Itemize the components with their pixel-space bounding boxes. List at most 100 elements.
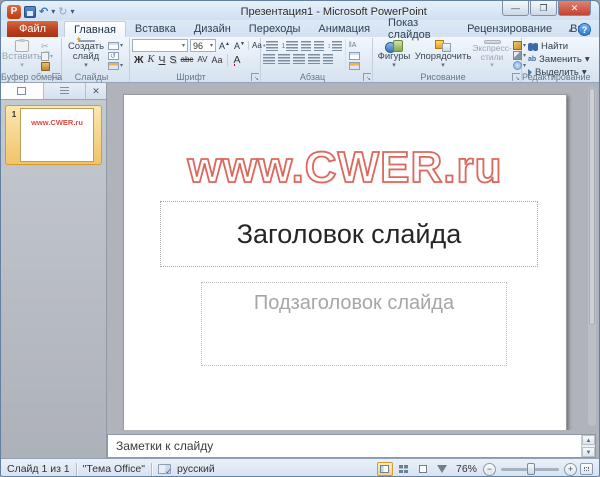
slides-panel-close-button[interactable]: ✕ xyxy=(86,83,106,99)
tab-transitions[interactable]: Переходы xyxy=(240,21,310,37)
scrollbar-thumb[interactable] xyxy=(589,88,595,325)
outline-tab[interactable] xyxy=(44,83,87,99)
character-spacing-button[interactable]: AV xyxy=(197,54,207,66)
tab-review[interactable]: Рецензирование xyxy=(458,21,561,37)
reset-button[interactable] xyxy=(108,51,123,60)
undo-icon[interactable]: ↶ xyxy=(39,6,48,18)
tab-home[interactable]: Главная xyxy=(64,21,126,37)
columns-button[interactable] xyxy=(323,54,333,64)
convert-smartart-button[interactable] xyxy=(349,61,360,70)
drawing-dialog-launcher[interactable] xyxy=(512,73,520,81)
layout-button[interactable]: ▾ xyxy=(108,41,123,50)
text-shadow-button[interactable]: S xyxy=(169,54,176,66)
slideshow-view-button[interactable] xyxy=(434,462,450,476)
new-slide-button[interactable]: Создать слайд ▾ xyxy=(64,39,108,70)
notes-scrollbar[interactable]: ▲ ▼ xyxy=(581,435,595,457)
align-right-button[interactable] xyxy=(293,54,305,64)
theme-name[interactable]: "Тема Office" xyxy=(83,463,145,475)
tab-insert[interactable]: Вставка xyxy=(126,21,185,37)
help-icon[interactable]: ? xyxy=(578,23,591,36)
notes-scroll-up-icon[interactable]: ▲ xyxy=(582,435,595,445)
slide-sorter-view-button[interactable] xyxy=(396,462,412,476)
slide-thumbnail[interactable]: www.CWER.ru xyxy=(20,108,94,162)
close-button[interactable]: ✕ xyxy=(558,1,591,16)
paste-button[interactable]: Вставить ▾ xyxy=(3,39,41,70)
undo-dropdown-icon[interactable]: ▾ xyxy=(51,7,55,16)
italic-button[interactable]: К xyxy=(148,54,155,66)
increase-indent-button[interactable] xyxy=(314,41,324,51)
tab-design[interactable]: Дизайн xyxy=(185,21,240,37)
redo-icon[interactable]: ↻ xyxy=(58,6,67,18)
slides-panel: ✕ 1 www.CWER.ru xyxy=(1,83,107,458)
format-painter-button[interactable] xyxy=(41,62,53,71)
zoom-slider-thumb[interactable] xyxy=(527,463,535,475)
tab-file[interactable]: Файл xyxy=(7,21,58,37)
quick-styles-dropdown-icon: ▾ xyxy=(490,62,494,69)
fit-to-window-button[interactable] xyxy=(580,463,593,475)
subtitle-placeholder[interactable]: Подзаголовок слайда xyxy=(201,282,507,366)
align-text-button[interactable] xyxy=(349,51,360,60)
bullets-button[interactable] xyxy=(266,41,278,51)
align-left-button[interactable] xyxy=(263,54,275,64)
arrange-button[interactable]: Упорядочить ▾ xyxy=(415,39,471,70)
maximize-button[interactable]: ❐ xyxy=(530,1,557,16)
zoom-out-button[interactable]: − xyxy=(483,463,496,476)
reading-view-button[interactable] xyxy=(415,462,431,476)
spellcheck-icon[interactable] xyxy=(158,464,171,474)
increase-font-button[interactable]: A▲ xyxy=(218,41,231,51)
powerpoint-app-icon[interactable]: P xyxy=(7,5,21,19)
clipboard-dialog-launcher[interactable] xyxy=(52,73,60,81)
align-center-button[interactable] xyxy=(278,54,290,64)
save-icon[interactable] xyxy=(24,6,36,18)
notes-panel[interactable]: Заметки к слайду ▲ ▼ xyxy=(107,434,596,458)
underline-button[interactable]: Ч xyxy=(158,54,165,66)
cut-button[interactable]: ✂ xyxy=(41,41,53,51)
line-spacing-button[interactable] xyxy=(332,41,342,51)
tab-animations[interactable]: Анимация xyxy=(309,21,379,37)
title-placeholder[interactable]: Заголовок слайда xyxy=(160,201,538,267)
collapse-ribbon-icon[interactable]: ▴ xyxy=(568,26,572,34)
bold-button[interactable]: Ж xyxy=(134,54,144,66)
slides-tab[interactable] xyxy=(1,83,44,99)
section-button[interactable]: ▾ xyxy=(108,61,123,70)
zoom-percentage[interactable]: 76% xyxy=(456,463,477,475)
justify-button[interactable] xyxy=(308,54,320,64)
shapes-button[interactable]: Фигуры ▾ xyxy=(375,39,413,70)
zoom-slider[interactable] xyxy=(501,468,559,471)
font-dialog-launcher[interactable] xyxy=(251,73,259,81)
group-font: ▾ 96 ▾ A▲ A▼ Аа Ж К Ч S abc AV xyxy=(130,38,261,82)
slide-page[interactable]: www.CWER.ru Заголовок слайда Подзаголово… xyxy=(123,94,567,430)
decrease-indent-button[interactable] xyxy=(301,41,311,51)
change-case-button[interactable]: Aa xyxy=(211,54,222,66)
text-direction-icon: ǁA xyxy=(349,42,357,49)
font-size-combobox[interactable]: 96 ▾ xyxy=(190,39,216,52)
paragraph-dialog-launcher[interactable] xyxy=(363,73,371,81)
notes-placeholder[interactable]: Заметки к слайду xyxy=(108,435,581,457)
zoom-in-button[interactable]: + xyxy=(564,463,577,476)
quick-styles-button[interactable]: Экспресс-стили ▾ xyxy=(473,39,511,70)
font-name-combobox[interactable]: ▾ xyxy=(132,39,188,52)
clear-formatting-button[interactable]: Аа xyxy=(248,41,262,50)
font-color-button[interactable]: А xyxy=(227,54,243,66)
language-indicator[interactable]: русский xyxy=(177,463,215,475)
text-direction-button[interactable]: ǁA xyxy=(349,41,360,50)
notes-scroll-down-icon[interactable]: ▼ xyxy=(582,447,595,457)
strikethrough-button[interactable]: abc xyxy=(181,54,194,66)
line-spacing-icon[interactable]: ↕ xyxy=(327,43,331,50)
cut-icon: ✂ xyxy=(41,41,49,52)
replace-button[interactable]: ab Заменить ▾ xyxy=(528,54,590,65)
find-button[interactable]: Найти xyxy=(528,41,590,52)
normal-view-button[interactable] xyxy=(377,462,393,476)
decrease-font-button[interactable]: A▼ xyxy=(233,41,246,51)
title-bar: P ↶ ▾ ↻ ▾ Презентация1 - Microsoft Power… xyxy=(1,1,599,20)
vertical-scrollbar[interactable] xyxy=(588,87,596,426)
copy-icon xyxy=(41,52,49,61)
bullets-icon[interactable]: • xyxy=(263,43,265,50)
slide-thumbnail-selected[interactable]: 1 www.CWER.ru xyxy=(5,105,102,165)
numbering-icon[interactable]: 1 xyxy=(281,43,285,50)
minimize-button[interactable]: — xyxy=(502,1,529,16)
numbering-button[interactable] xyxy=(286,41,298,51)
normal-view-icon xyxy=(380,465,389,473)
tab-slideshow[interactable]: Показ слайдов xyxy=(379,21,458,37)
copy-button[interactable]: ▾ xyxy=(41,52,53,61)
